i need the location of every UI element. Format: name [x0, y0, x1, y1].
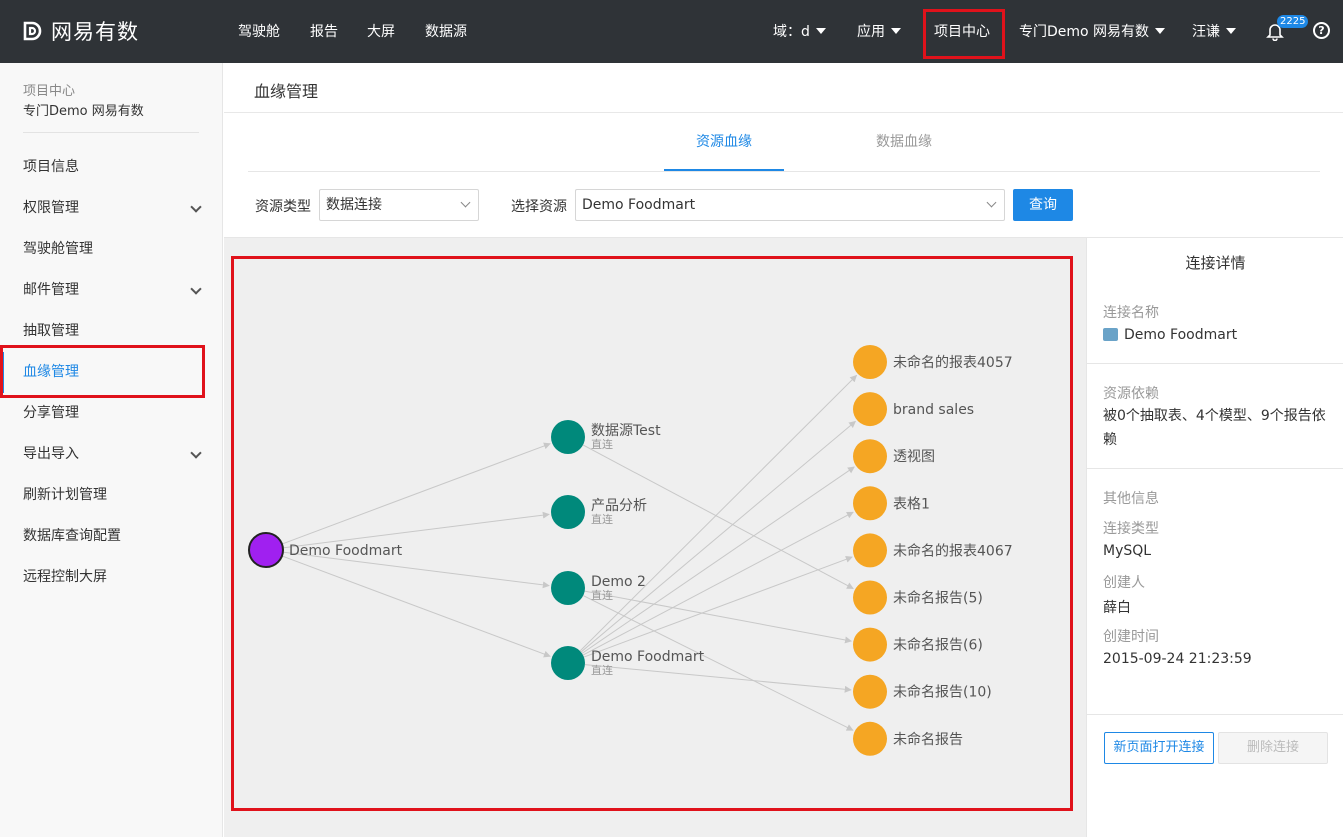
tab-data-lineage[interactable]: 数据血缘: [876, 131, 932, 151]
select-resource-label: 选择资源: [511, 199, 567, 215]
sidebar: 项目中心 专门Demo 网易有数 项目信息 权限管理 驾驶舱管理 邮件管理 抽取管理 血缘…: [0, 63, 223, 837]
dependency-label: 资源依赖: [1103, 386, 1159, 402]
caret-down-icon: [1226, 28, 1236, 34]
sidebar-item-label: 刷新计划管理: [23, 487, 107, 503]
sidebar-item-label: 数据库查询配置: [23, 528, 121, 544]
tab-divider: [248, 171, 1320, 172]
delete-connection-button[interactable]: 删除连接: [1218, 732, 1328, 764]
conn-name-value: Demo Foodmart: [1124, 327, 1238, 343]
nav-cockpit[interactable]: 驾驶舱: [238, 21, 280, 41]
sidebar-item-label: 驾驶舱管理: [23, 241, 93, 257]
sidebar-item-label: 权限管理: [23, 200, 79, 216]
sidebar-item[interactable]: 数据库查询配置: [0, 516, 222, 557]
sidebar-item[interactable]: 项目信息: [0, 147, 222, 188]
sidebar-section-label: 项目中心: [23, 84, 76, 99]
chevron-down-icon: [986, 197, 997, 208]
chevron-down-icon: [460, 197, 471, 208]
nav-big-screen[interactable]: 大屏: [367, 21, 395, 41]
database-icon: [1103, 328, 1118, 341]
sidebar-item[interactable]: 权限管理: [0, 188, 222, 229]
highlight-box-graph: [231, 256, 1073, 811]
creator-label: 创建人: [1103, 575, 1145, 591]
sidebar-item-label: 远程控制大屏: [23, 569, 107, 585]
resource-type-value: 数据连接: [326, 197, 382, 213]
select-resource-select[interactable]: Demo Foodmart: [575, 189, 1005, 221]
conn-type-label: 连接类型: [1103, 521, 1159, 537]
logo-text: 网易有数: [51, 20, 139, 44]
logo[interactable]: 网易有数: [22, 17, 139, 45]
details-divider: [1087, 468, 1343, 469]
sidebar-item[interactable]: 刷新计划管理: [0, 475, 222, 516]
details-divider: [1087, 363, 1343, 364]
page-title: 血缘管理: [254, 82, 319, 101]
top-nav-bar: 网易有数 驾驶舱 报告 大屏 数据源 域：d 应用 项目中心 专门Demo 网易…: [0, 0, 1343, 63]
sidebar-item[interactable]: 分享管理: [0, 393, 222, 434]
project-dropdown[interactable]: 专门Demo 网易有数: [1019, 21, 1166, 41]
logo-icon: [23, 21, 42, 41]
select-resource-value: Demo Foodmart: [582, 197, 696, 213]
nav-report[interactable]: 报告: [310, 21, 338, 41]
sidebar-item-label: 分享管理: [23, 405, 79, 421]
project-label: 专门Demo 网易有数: [1019, 24, 1150, 40]
creator-value: 薛白: [1103, 600, 1131, 616]
query-button[interactable]: 查询: [1013, 189, 1073, 221]
apps-label: 应用: [857, 24, 885, 40]
caret-down-icon: [891, 28, 901, 34]
notification-badge: 2225: [1277, 15, 1309, 28]
chevron-down-icon: [190, 447, 202, 459]
chevron-down-icon: [190, 201, 202, 213]
sidebar-item-label: 项目信息: [23, 159, 79, 175]
conn-name-label: 连接名称: [1103, 305, 1159, 321]
sidebar-item[interactable]: 远程控制大屏: [0, 557, 222, 598]
dependency-text: 被0个抽取表、4个模型、9个报告依赖: [1103, 408, 1326, 448]
details-title: 连接详情: [1185, 254, 1246, 272]
sidebar-item[interactable]: 驾驶舱管理: [0, 229, 222, 270]
open-connection-button[interactable]: 新页面打开连接: [1104, 732, 1214, 764]
help-icon[interactable]: ?: [1313, 22, 1330, 39]
highlight-box-project-center: [923, 9, 1005, 59]
apps-dropdown[interactable]: 应用: [857, 21, 901, 41]
details-divider: [1087, 714, 1343, 715]
sidebar-item[interactable]: 导出导入: [0, 434, 222, 475]
nav-data-source[interactable]: 数据源: [425, 21, 467, 41]
highlight-box-lineage-menu: [0, 345, 205, 398]
caret-down-icon: [1155, 28, 1166, 34]
sidebar-project-name: 专门Demo 网易有数: [23, 104, 144, 119]
user-dropdown[interactable]: 汪谦: [1192, 21, 1236, 41]
created-value: 2015-09-24 21:23:59: [1103, 651, 1252, 667]
sidebar-item[interactable]: 邮件管理: [0, 270, 222, 311]
chevron-down-icon: [190, 283, 202, 295]
conn-type-value: MySQL: [1103, 543, 1152, 559]
sidebar-divider: [23, 132, 199, 133]
title-divider: [224, 112, 1343, 113]
resource-type-select[interactable]: 数据连接: [319, 189, 479, 221]
domain-dropdown[interactable]: 域：d: [773, 21, 826, 41]
caret-down-icon: [815, 28, 826, 34]
sidebar-item-label: 导出导入: [23, 446, 79, 462]
connection-details-panel: 连接详情 连接名称 Demo Foodmart 资源依赖 被0个抽取表、4个模型…: [1086, 237, 1343, 837]
domain-label: 域：d: [773, 24, 810, 40]
other-info-label: 其他信息: [1103, 491, 1159, 507]
resource-type-label: 资源类型: [255, 199, 311, 215]
tab-resource-lineage[interactable]: 资源血缘: [696, 131, 752, 151]
user-name: 汪谦: [1192, 24, 1220, 40]
sidebar-item-label: 抽取管理: [23, 323, 79, 339]
created-label: 创建时间: [1103, 629, 1159, 645]
sidebar-item-label: 邮件管理: [23, 282, 79, 298]
